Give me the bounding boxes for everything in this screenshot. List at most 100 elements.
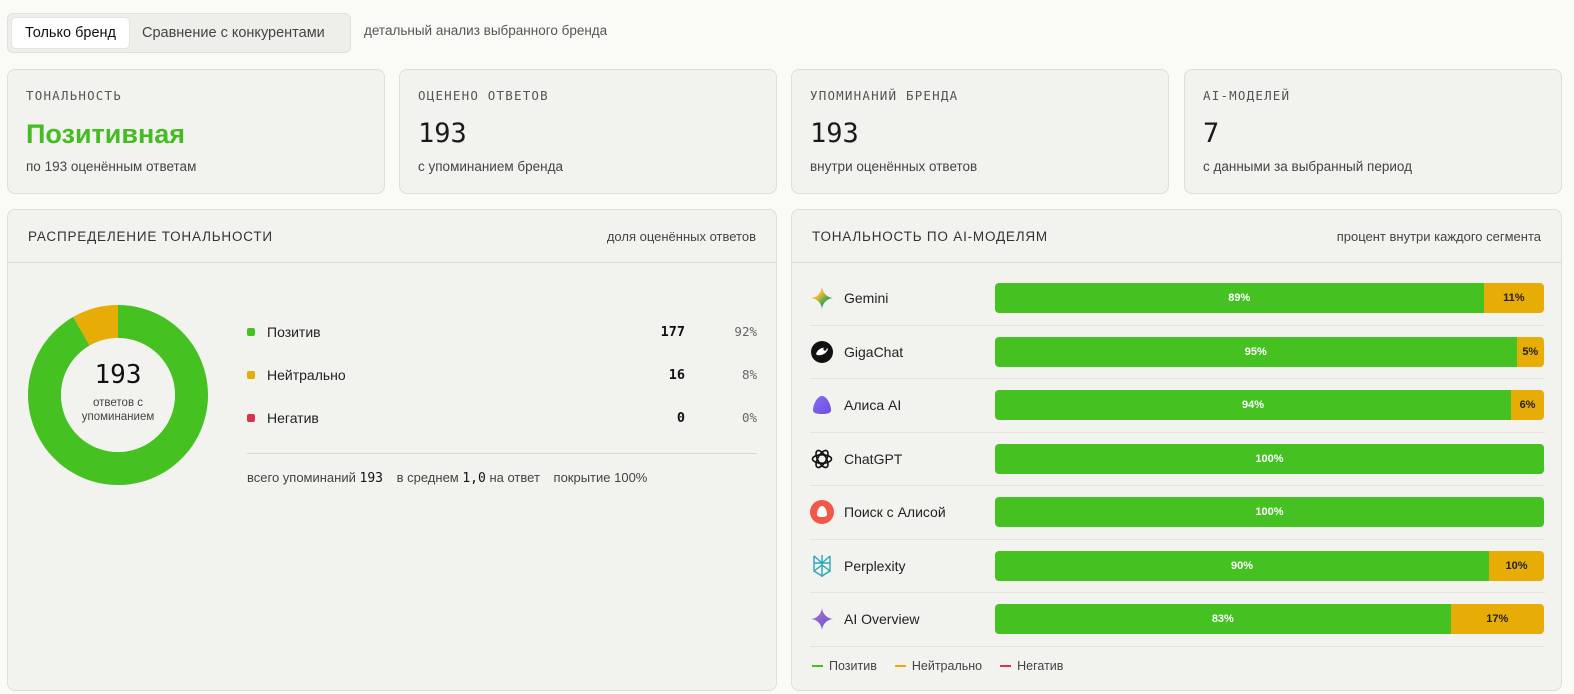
legend-pct: 8% (741, 367, 757, 382)
legend-negative: Негатив (1000, 659, 1063, 673)
stat-label: ОЦЕНЕНО ОТВЕТОВ (418, 88, 549, 103)
model-row-alice-ai: Алиса AI 94% 6% (810, 379, 1545, 433)
legend-pct: 0% (741, 410, 757, 425)
model-name: GigaChat (844, 343, 904, 360)
donut-chart: 193 ответов с упоминанием (27, 304, 209, 486)
model-name: Perplexity (844, 557, 906, 574)
model-name: Алиса AI (844, 397, 902, 414)
toggle-compare-competitors[interactable]: Сравнение с конкурентами (129, 18, 338, 48)
stat-card-sentiment: ТОНАЛЬНОСТЬ Позитивная по 193 оценённым … (7, 69, 385, 194)
bar-segment-neutral: 10% (1489, 550, 1544, 581)
panel-hint: процент внутри каждого сегмента (1336, 228, 1541, 244)
stat-sub: с упоминанием бренда (418, 159, 563, 174)
ai-overview-icon (810, 607, 834, 631)
model-legend: Позитив Нейтрально Негатив (812, 659, 1081, 673)
avg-value: 1,0 (462, 471, 486, 486)
legend-neutral: Нейтрально (894, 659, 983, 673)
distribution-totals: всего упоминаний 193 в среднем 1,0 на от… (247, 453, 757, 486)
model-bar: 83% 17% (995, 604, 1544, 635)
stat-sub: внутри оценённых ответов (810, 159, 978, 174)
stat-sub: по 193 оценённым ответам (26, 159, 197, 174)
negative-dot-icon (247, 413, 255, 422)
model-bar: 90% 10% (995, 550, 1544, 581)
view-toggle: Только бренд Сравнение с конкурентами (7, 13, 351, 53)
coverage: покрытие 100% (553, 470, 648, 485)
stat-value: 193 (810, 118, 859, 149)
model-row-ai-overview: AI Overview 83% 17% (810, 593, 1545, 647)
legend-row-negative: Негатив 0 0% (247, 396, 757, 439)
donut-center: 193 ответов с упоминанием (27, 304, 209, 486)
model-name: Поиск с Алисой (844, 504, 946, 521)
model-bar: 89% 11% (995, 283, 1544, 314)
stat-value: Позитивная (26, 119, 186, 149)
panel-title: ТОНАЛЬНОСТЬ ПО AI-МОДЕЛЯМ (812, 228, 1048, 244)
avg-label: в среднем (396, 470, 459, 485)
gigachat-icon (810, 340, 834, 364)
model-row-gemini: Gemini 89% 11% (810, 272, 1545, 326)
neutral-dot-icon (247, 370, 255, 379)
model-bar: 100% (995, 497, 1544, 528)
bar-segment-positive: 83% (995, 604, 1451, 635)
stat-label: AI-МОДЕЛЕЙ (1203, 88, 1291, 103)
bar-segment-positive: 94% (995, 390, 1512, 421)
positive-dot-icon (247, 327, 255, 336)
legend-pct: 92% (734, 324, 757, 339)
model-bar: 95% 5% (995, 336, 1544, 367)
model-bar: 94% 6% (995, 390, 1544, 421)
avg-suffix: на ответ (489, 470, 540, 485)
model-row-gigachat: GigaChat 95% 5% (810, 326, 1545, 379)
positive-line-icon (812, 665, 823, 667)
legend-label: Негатив (1017, 659, 1064, 673)
panel-header: РАСПРЕДЕЛЕНИЕ ТОНАЛЬНОСТИ доля оценённых… (8, 210, 776, 263)
stat-value: 7 (1203, 118, 1220, 149)
model-bar: 100% (995, 443, 1544, 474)
neutral-line-icon (894, 665, 906, 667)
model-name: AI Overview (844, 611, 920, 628)
negative-line-icon (1000, 665, 1012, 667)
legend-row-positive: Позитив 177 92% (247, 310, 757, 353)
legend-name: Нейтрально (267, 366, 346, 383)
stat-value: 193 (418, 118, 467, 149)
bar-segment-positive: 100% (995, 443, 1544, 474)
sentiment-distribution-panel: РАСПРЕДЕЛЕНИЕ ТОНАЛЬНОСТИ доля оценённых… (7, 209, 777, 691)
legend-count: 0 (676, 409, 685, 426)
legend-name: Негатив (267, 409, 319, 426)
bar-segment-positive: 95% (995, 336, 1517, 367)
model-rows: Gemini 89% 11% GigaChat 95% 5% Алиса AI … (810, 272, 1545, 647)
bar-segment-neutral: 6% (1511, 390, 1544, 421)
bar-segment-neutral: 17% (1450, 604, 1544, 635)
donut-center-value: 193 (94, 360, 142, 390)
gemini-icon (810, 286, 834, 310)
stat-card-ai-models: AI-МОДЕЛЕЙ 7 с данными за выбранный пери… (1184, 69, 1562, 194)
stat-sub: с данными за выбранный период (1203, 159, 1413, 174)
legend-count: 16 (668, 366, 685, 383)
toggle-brand-only[interactable]: Только бренд (12, 18, 129, 48)
donut-center-label: ответов с упоминанием (81, 397, 155, 423)
bar-segment-positive: 90% (995, 550, 1490, 581)
bar-segment-positive: 100% (995, 497, 1544, 528)
bar-segment-neutral: 5% (1516, 336, 1544, 367)
model-row-perplexity: Perplexity 90% 10% (810, 540, 1545, 593)
legend-name: Позитив (267, 323, 321, 340)
mentions-label: всего упоминаний (247, 470, 356, 485)
legend-label: Нейтрально (911, 659, 983, 673)
toggle-hint: детальный анализ выбранного бренда (364, 23, 608, 38)
model-row-chatgpt: ChatGPT 100% (810, 433, 1545, 486)
legend-positive: Позитив (812, 659, 877, 673)
stat-label: ТОНАЛЬНОСТЬ (26, 88, 122, 103)
model-row-alice-search: Поиск с Алисой 100% (810, 486, 1545, 540)
sentiment-by-model-panel: ТОНАЛЬНОСТЬ ПО AI-МОДЕЛЯМ процент внутри… (791, 209, 1562, 691)
mentions-value: 193 (359, 471, 383, 486)
stat-card-rated-answers: ОЦЕНЕНО ОТВЕТОВ 193 с упоминанием бренда (399, 69, 777, 194)
legend-label: Позитив (829, 659, 877, 673)
stat-label: УПОМИНАНИЙ БРЕНДА (810, 88, 959, 103)
perplexity-icon (810, 554, 834, 578)
chatgpt-icon (810, 447, 834, 471)
panel-hint: доля оценённых ответов (606, 228, 756, 244)
bar-segment-positive: 89% (995, 283, 1484, 314)
panel-header: ТОНАЛЬНОСТЬ ПО AI-МОДЕЛЯМ процент внутри… (792, 210, 1561, 263)
bar-segment-neutral: 11% (1483, 283, 1544, 314)
legend-count: 177 (660, 323, 685, 340)
panel-title: РАСПРЕДЕЛЕНИЕ ТОНАЛЬНОСТИ (28, 228, 273, 244)
legend-row-neutral: Нейтрально 16 8% (247, 353, 757, 396)
